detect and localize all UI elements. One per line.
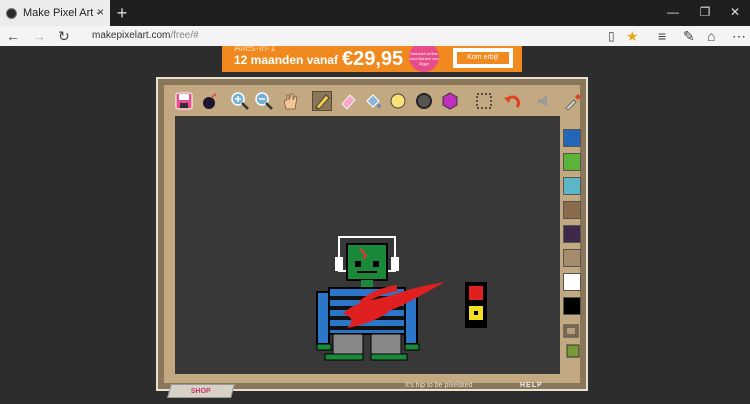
undo-icon[interactable] xyxy=(502,91,522,111)
palette-color-tan[interactable] xyxy=(563,249,581,267)
ad-button[interactable]: Kom erbij! xyxy=(453,48,513,68)
zoom-in-icon[interactable] xyxy=(230,91,250,111)
site-favicon-icon xyxy=(6,7,17,19)
shop-label: SHOP xyxy=(191,387,211,395)
new-tab-button[interactable]: + xyxy=(112,2,132,24)
share-icon[interactable]: ⌂ xyxy=(707,28,715,44)
ad-button-label: Kom erbij! xyxy=(457,52,509,64)
sound-icon[interactable] xyxy=(534,91,554,111)
eraser-tool-icon[interactable] xyxy=(338,91,358,111)
close-window-button[interactable]: ✕ xyxy=(720,5,750,19)
page-viewport: Alles-in-1 12 maanden vanaf €29,95 Inclu… xyxy=(0,46,750,404)
hub-icon[interactable]: ≡ xyxy=(658,28,666,44)
pencil-tool-icon[interactable] xyxy=(312,91,332,111)
editor-panel: SHOP It's hip to be pixelated HELP xyxy=(164,85,583,398)
select-tool-icon[interactable] xyxy=(474,91,494,111)
reading-view-icon[interactable]: ▯ xyxy=(608,28,615,44)
tab-close-icon[interactable]: × xyxy=(97,5,104,19)
save-tool-icon[interactable] xyxy=(174,91,194,111)
palette-toggle-icon[interactable] xyxy=(561,321,581,341)
maximize-button[interactable]: ❐ xyxy=(690,5,720,19)
minimize-button[interactable]: — xyxy=(658,5,688,19)
eyedropper-icon[interactable] xyxy=(562,91,582,111)
url-host: makepixelart.com xyxy=(92,30,171,41)
more-icon[interactable]: ⋯ xyxy=(732,28,746,44)
hexagon-tool-icon[interactable] xyxy=(440,91,460,111)
browser-tab[interactable]: Make Pixel Art - The On × xyxy=(0,0,110,26)
palette-color-cyan[interactable] xyxy=(563,177,581,195)
refresh-icon[interactable]: ↻ xyxy=(58,28,70,44)
palette-color-white[interactable] xyxy=(563,273,581,291)
address-bar[interactable]: makepixelart.com/free/# xyxy=(92,30,199,41)
small-palette-icon[interactable] xyxy=(563,341,583,361)
ad-price: €29,95 xyxy=(342,48,404,70)
filled-circle-tool-icon[interactable] xyxy=(414,91,434,111)
hand-tool-icon[interactable] xyxy=(280,91,300,111)
fill-bucket-icon[interactable] xyxy=(363,91,383,111)
back-icon[interactable]: ← xyxy=(6,28,20,44)
web-note-icon[interactable]: ✎ xyxy=(683,28,695,44)
palette-color-brown[interactable] xyxy=(563,201,581,219)
advertisement-banner[interactable]: Alles-in-1 12 maanden vanaf €29,95 Inclu… xyxy=(222,46,522,72)
tab-title: Make Pixel Art - The On xyxy=(23,7,99,19)
circle-tool-icon[interactable] xyxy=(388,91,408,111)
editor-frame: SHOP It's hip to be pixelated HELP xyxy=(156,77,588,398)
tab-strip: Make Pixel Art - The On × + — ❐ ✕ xyxy=(0,0,750,26)
navigation-bar: ← → ↻ makepixelart.com/free/# ▯ ★ ≡ ✎ ⌂ … xyxy=(0,26,750,46)
pixel-art-drawing xyxy=(316,236,487,361)
drawing-canvas[interactable] xyxy=(175,116,560,374)
zoom-out-icon[interactable] xyxy=(254,91,274,111)
status-text: It's hip to be pixelated xyxy=(405,382,473,389)
ad-line-2: 12 maanden vanaf xyxy=(234,53,339,67)
palette-color-black[interactable] xyxy=(563,297,581,315)
favorite-star-icon[interactable]: ★ xyxy=(626,28,639,44)
shop-button[interactable]: SHOP xyxy=(167,384,235,398)
palette-color-green[interactable] xyxy=(563,153,581,171)
forward-icon[interactable]: → xyxy=(32,28,46,44)
ad-badge: Inclusief verlies voor klanten van Ziggo xyxy=(409,46,439,72)
palette-color-blue[interactable] xyxy=(563,129,581,147)
help-button[interactable]: HELP xyxy=(520,382,543,389)
url-path: /free/# xyxy=(170,30,199,41)
palette-color-dark-purple[interactable] xyxy=(563,225,581,243)
bomb-tool-icon[interactable] xyxy=(200,91,220,111)
